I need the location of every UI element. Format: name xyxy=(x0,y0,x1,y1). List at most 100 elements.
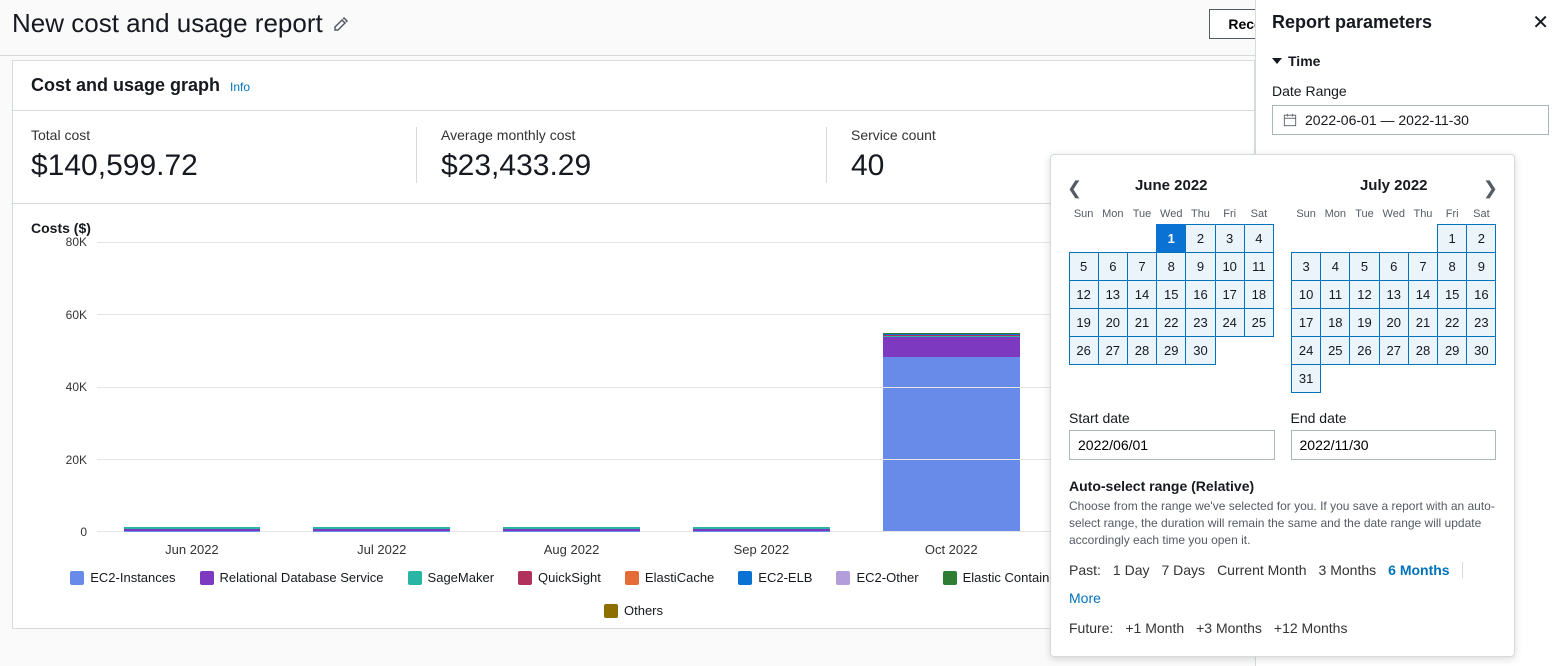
day-cell[interactable]: 2 xyxy=(1466,224,1496,253)
day-cell[interactable]: 21 xyxy=(1408,308,1438,337)
calendar-icon xyxy=(1283,113,1297,127)
day-cell[interactable]: 14 xyxy=(1408,280,1438,309)
day-cell[interactable]: 22 xyxy=(1156,308,1186,337)
day-cell[interactable]: 10 xyxy=(1215,252,1245,281)
legend-label: SageMaker xyxy=(428,570,494,585)
future-label: Future: xyxy=(1069,620,1113,636)
day-cell[interactable]: 29 xyxy=(1156,336,1186,365)
day-cell[interactable]: 16 xyxy=(1185,280,1215,309)
bar-sep-2022[interactable] xyxy=(693,496,830,531)
day-cell[interactable]: 12 xyxy=(1069,280,1099,309)
bar-oct-2022[interactable] xyxy=(883,292,1020,532)
day-cell[interactable]: 13 xyxy=(1098,280,1128,309)
day-cell[interactable]: 30 xyxy=(1466,336,1496,365)
day-cell[interactable]: 27 xyxy=(1379,336,1409,365)
day-cell[interactable]: 11 xyxy=(1244,252,1274,281)
day-cell[interactable]: 26 xyxy=(1069,336,1099,365)
day-cell[interactable]: 25 xyxy=(1244,308,1274,337)
close-icon[interactable]: ✕ xyxy=(1532,10,1549,35)
bar-jun-2022[interactable] xyxy=(124,496,261,531)
day-cell[interactable]: 8 xyxy=(1156,252,1186,281)
range-option[interactable]: +3 Months xyxy=(1196,620,1262,636)
day-cell[interactable]: 6 xyxy=(1098,252,1128,281)
day-cell[interactable]: 5 xyxy=(1349,252,1379,281)
day-cell[interactable]: 26 xyxy=(1349,336,1379,365)
day-cell[interactable]: 9 xyxy=(1185,252,1215,281)
range-option[interactable]: 1 Day xyxy=(1113,562,1150,578)
day-cell[interactable]: 8 xyxy=(1437,252,1467,281)
info-link[interactable]: Info xyxy=(230,80,250,94)
legend-item[interactable]: QuickSight xyxy=(518,570,601,585)
range-option[interactable]: 7 Days xyxy=(1161,562,1205,578)
day-cell[interactable]: 16 xyxy=(1466,280,1496,309)
day-cell[interactable]: 27 xyxy=(1098,336,1128,365)
bar-aug-2022[interactable] xyxy=(503,496,640,531)
legend-label: EC2-Other xyxy=(856,570,918,585)
day-cell[interactable]: 4 xyxy=(1244,224,1274,253)
range-option[interactable]: +1 Month xyxy=(1125,620,1184,636)
day-cell[interactable]: 18 xyxy=(1320,308,1350,337)
day-cell[interactable]: 21 xyxy=(1127,308,1157,337)
time-section-toggle[interactable]: Time xyxy=(1272,53,1549,69)
day-cell[interactable]: 10 xyxy=(1291,280,1321,309)
metric-avg-label: Average monthly cost xyxy=(441,127,806,143)
day-cell[interactable]: 6 xyxy=(1379,252,1409,281)
next-month-button[interactable]: ❯ xyxy=(1483,178,1498,199)
legend-item[interactable]: Relational Database Service xyxy=(200,570,384,585)
day-cell[interactable]: 18 xyxy=(1244,280,1274,309)
day-cell[interactable]: 29 xyxy=(1437,336,1467,365)
range-option[interactable]: 6 Months xyxy=(1388,562,1449,578)
legend-item[interactable]: SageMaker xyxy=(408,570,494,585)
day-cell[interactable]: 30 xyxy=(1185,336,1215,365)
day-cell[interactable]: 20 xyxy=(1379,308,1409,337)
day-empty xyxy=(1349,224,1379,253)
day-cell[interactable]: 25 xyxy=(1320,336,1350,365)
day-cell[interactable]: 13 xyxy=(1379,280,1409,309)
day-cell[interactable]: 19 xyxy=(1349,308,1379,337)
legend-item[interactable]: EC2-Instances xyxy=(70,570,175,585)
day-cell[interactable]: 23 xyxy=(1466,308,1496,337)
day-cell[interactable]: 31 xyxy=(1291,364,1321,393)
day-cell[interactable]: 2 xyxy=(1185,224,1215,253)
range-option[interactable]: +12 Months xyxy=(1274,620,1348,636)
bar-segment xyxy=(883,337,1020,357)
day-cell[interactable]: 24 xyxy=(1215,308,1245,337)
day-cell[interactable]: 7 xyxy=(1127,252,1157,281)
edit-icon[interactable] xyxy=(333,16,349,32)
day-cell[interactable]: 19 xyxy=(1069,308,1099,337)
end-date-input[interactable] xyxy=(1291,430,1497,460)
day-cell[interactable]: 9 xyxy=(1466,252,1496,281)
bar-jul-2022[interactable] xyxy=(313,496,450,531)
day-cell[interactable]: 28 xyxy=(1127,336,1157,365)
day-cell[interactable]: 11 xyxy=(1320,280,1350,309)
prev-month-button[interactable]: ❮ xyxy=(1067,178,1082,199)
day-cell[interactable]: 3 xyxy=(1215,224,1245,253)
day-cell[interactable]: 20 xyxy=(1098,308,1128,337)
day-cell[interactable]: 23 xyxy=(1185,308,1215,337)
day-cell[interactable]: 17 xyxy=(1291,308,1321,337)
day-cell[interactable]: 15 xyxy=(1156,280,1186,309)
legend-item[interactable]: EC2-Other xyxy=(836,570,918,585)
legend-swatch xyxy=(200,571,214,585)
day-cell[interactable]: 4 xyxy=(1320,252,1350,281)
legend-item[interactable]: EC2-ELB xyxy=(738,570,812,585)
more-link[interactable]: More xyxy=(1069,590,1101,606)
range-option[interactable]: Current Month xyxy=(1217,562,1306,578)
day-cell[interactable]: 7 xyxy=(1408,252,1438,281)
legend-item[interactable]: ElastiCache xyxy=(625,570,714,585)
day-cell[interactable]: 24 xyxy=(1291,336,1321,365)
day-cell[interactable]: 28 xyxy=(1408,336,1438,365)
day-cell[interactable]: 12 xyxy=(1349,280,1379,309)
day-cell[interactable]: 1 xyxy=(1156,224,1186,253)
day-cell[interactable]: 3 xyxy=(1291,252,1321,281)
range-option[interactable]: 3 Months xyxy=(1319,562,1377,578)
start-date-input[interactable] xyxy=(1069,430,1275,460)
day-cell[interactable]: 15 xyxy=(1437,280,1467,309)
day-cell[interactable]: 5 xyxy=(1069,252,1099,281)
legend-item[interactable]: Others xyxy=(604,603,663,618)
day-cell[interactable]: 22 xyxy=(1437,308,1467,337)
day-cell[interactable]: 14 xyxy=(1127,280,1157,309)
day-cell[interactable]: 17 xyxy=(1215,280,1245,309)
day-cell[interactable]: 1 xyxy=(1437,224,1467,253)
date-range-input[interactable]: 2022-06-01 — 2022-11-30 xyxy=(1272,105,1549,135)
